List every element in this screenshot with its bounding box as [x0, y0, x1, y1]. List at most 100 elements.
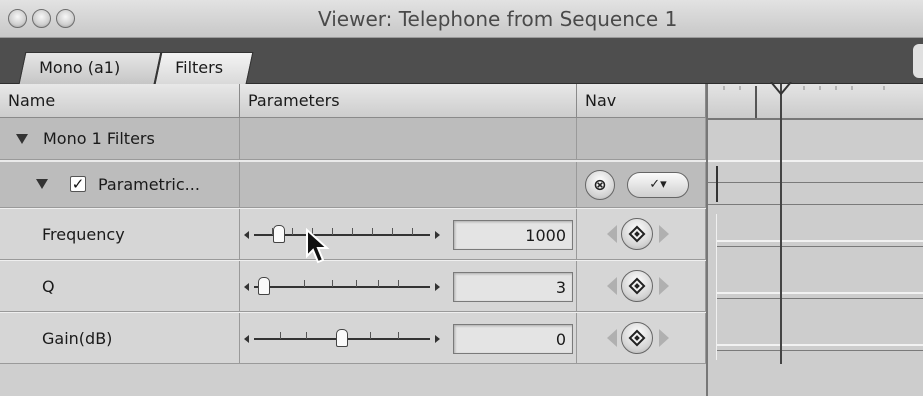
ruler-ticks — [723, 86, 885, 118]
minimize-icon[interactable] — [32, 9, 51, 28]
nav-cell — [577, 118, 706, 159]
previous-keyframe-icon[interactable] — [607, 329, 617, 347]
panel-edge-handle[interactable] — [913, 44, 923, 78]
slider-thumb[interactable] — [258, 277, 270, 295]
playhead[interactable] — [780, 84, 782, 364]
tab-label: Mono (a1) — [39, 58, 121, 77]
previous-keyframe-icon[interactable] — [607, 277, 617, 295]
next-keyframe-icon[interactable] — [659, 329, 669, 347]
param-row-frequency: Frequency 1000 — [0, 208, 706, 260]
filter-menu-button[interactable]: ✓▾ — [627, 172, 689, 198]
slider-tick — [398, 280, 399, 287]
playhead-handle-icon[interactable] — [769, 82, 793, 96]
window-title: Viewer: Telephone from Sequence 1 — [318, 7, 678, 31]
timeline-ruler[interactable] — [708, 84, 923, 120]
slider-tick — [356, 280, 357, 287]
slider-tick — [372, 228, 373, 235]
slider-tick — [306, 332, 307, 339]
slider-tick — [378, 280, 379, 287]
slider-increment-icon[interactable] — [435, 283, 440, 291]
nav-cell — [577, 209, 706, 259]
q-value-field[interactable]: 3 — [453, 272, 573, 302]
name-cell: Gain(dB) — [0, 313, 240, 363]
next-keyframe-icon[interactable] — [659, 225, 669, 243]
slider-tick — [392, 228, 393, 235]
zoom-icon[interactable] — [56, 9, 75, 28]
keyframe-timeline[interactable] — [706, 82, 923, 396]
param-row-q: Q 3 — [0, 260, 706, 312]
tab-bar: Mono (a1) Filters — [0, 38, 923, 84]
slider-decrement-icon[interactable] — [244, 283, 249, 291]
slider-tick — [370, 332, 371, 339]
param-row-gain: Gain(dB) 0 — [0, 312, 706, 364]
close-icon[interactable] — [8, 9, 27, 28]
tab-filters[interactable]: Filters — [154, 52, 254, 84]
frequency-slider[interactable] — [244, 223, 440, 247]
q-keyframe-graph[interactable] — [716, 292, 923, 294]
gain-slider[interactable] — [244, 327, 440, 351]
name-cell: ✓ Parametric... — [0, 162, 240, 207]
slider-tick — [304, 280, 305, 287]
filter-label: Parametric... — [98, 175, 200, 194]
parameters-cell: 1000 — [240, 209, 577, 259]
column-header-name[interactable]: Name — [0, 84, 240, 118]
name-cell: Frequency — [0, 209, 240, 259]
parameters-cell — [240, 162, 577, 207]
slider-tick — [292, 228, 293, 235]
q-keyframe-graph-baseline — [716, 298, 923, 299]
slider-tick — [398, 332, 399, 339]
mouse-pointer-icon — [306, 228, 330, 264]
filter-keyframe-bar — [716, 166, 718, 202]
keyframe-diamond-icon[interactable] — [621, 218, 653, 250]
name-cell: Q — [0, 261, 240, 311]
previous-keyframe-icon[interactable] — [607, 225, 617, 243]
timeline-lane-divider — [708, 204, 923, 205]
next-keyframe-icon[interactable] — [659, 277, 669, 295]
param-name: Gain(dB) — [42, 329, 113, 348]
slider-tick — [352, 228, 353, 235]
parameters-cell: 3 — [240, 261, 577, 311]
keyframe-diamond-icon[interactable] — [621, 322, 653, 354]
frequency-keyframe-graph[interactable] — [716, 240, 923, 242]
frequency-keyframe-graph-baseline — [716, 246, 923, 247]
parameters-cell: 0 — [240, 313, 577, 363]
disclosure-triangle-icon[interactable] — [16, 134, 28, 144]
slider-increment-icon[interactable] — [435, 231, 440, 239]
slider-tick — [412, 228, 413, 235]
parameters-cell — [240, 118, 577, 159]
filters-panel: Name Parameters Nav Mono 1 Filters ✓ Par… — [0, 82, 923, 396]
gain-value-field[interactable]: 0 — [453, 324, 573, 354]
reset-x-icon[interactable]: ⊗ — [585, 170, 615, 200]
slider-increment-icon[interactable] — [435, 335, 440, 343]
gain-keyframe-graph[interactable] — [716, 344, 923, 346]
timeline-lane-divider — [708, 160, 923, 162]
gain-keyframe-graph-baseline — [716, 350, 923, 351]
param-name: Q — [42, 277, 55, 296]
group-row-mono-filters[interactable]: Mono 1 Filters — [0, 118, 706, 160]
group-label: Mono 1 Filters — [43, 129, 155, 148]
slider-thumb[interactable] — [273, 225, 285, 243]
param-name: Frequency — [42, 225, 125, 244]
frequency-value-field[interactable]: 1000 — [453, 220, 573, 250]
slider-tick — [332, 280, 333, 287]
filter-row-parametric[interactable]: ✓ Parametric... ⊗ ✓▾ — [0, 160, 706, 208]
slider-decrement-icon[interactable] — [244, 231, 249, 239]
slider-decrement-icon[interactable] — [244, 335, 249, 343]
column-header-nav[interactable]: Nav — [577, 84, 706, 118]
name-cell: Mono 1 Filters — [0, 118, 240, 159]
disclosure-triangle-icon[interactable] — [36, 179, 48, 189]
timeline-lane-divider — [708, 182, 923, 183]
nav-cell — [577, 261, 706, 311]
window-titlebar: Viewer: Telephone from Sequence 1 — [0, 0, 923, 38]
nav-cell: ⊗ ✓▾ — [577, 162, 706, 207]
nav-cell — [577, 313, 706, 363]
column-header-parameters[interactable]: Parameters — [240, 84, 577, 118]
filter-enabled-checkbox[interactable]: ✓ — [70, 176, 86, 192]
q-slider[interactable] — [244, 275, 440, 299]
slider-track[interactable] — [254, 286, 430, 288]
slider-thumb[interactable] — [336, 329, 348, 347]
tab-label: Filters — [175, 58, 224, 77]
timeline-start-line — [716, 214, 717, 360]
keyframe-diamond-icon[interactable] — [621, 270, 653, 302]
tab-mono-a1[interactable]: Mono (a1) — [18, 52, 162, 84]
